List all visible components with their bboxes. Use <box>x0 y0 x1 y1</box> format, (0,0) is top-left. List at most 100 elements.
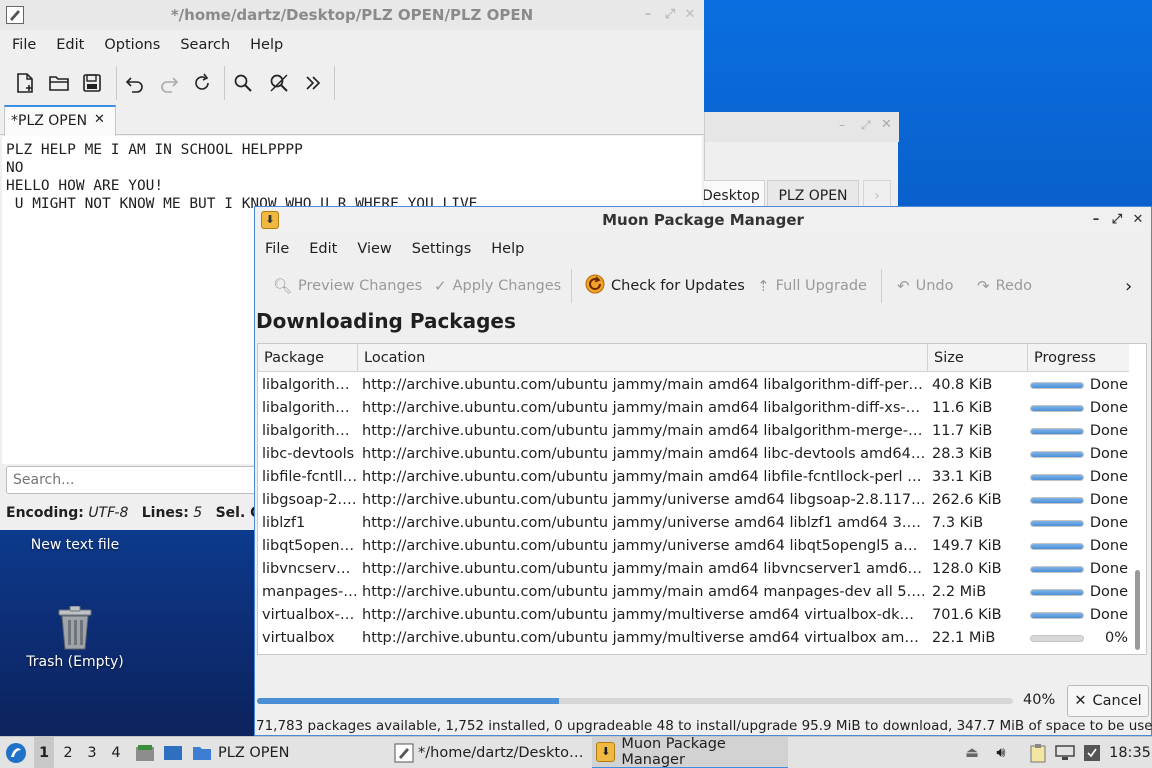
trash-label[interactable]: Trash (Empty) <box>15 654 135 670</box>
more-icon[interactable] <box>300 70 326 96</box>
column-header-size[interactable]: Size <box>928 344 1028 372</box>
taskbar: 1 2 3 4 PLZ OPEN */home/dartz/Deskto… ⬇ … <box>0 736 1152 768</box>
cell-package: libalgorithm… <box>262 400 358 416</box>
muon-menubar: File Edit View Settings Help <box>255 237 1151 261</box>
scrollbar-thumb[interactable] <box>1135 570 1140 650</box>
close-icon[interactable]: ✕ <box>682 7 698 23</box>
editor-titlebar: */home/dartz/Desktop/PLZ OPEN/PLZ OPEN –… <box>0 0 704 30</box>
save-icon[interactable] <box>79 70 105 96</box>
menu-view[interactable]: View <box>347 241 401 257</box>
toolbar-separator <box>881 269 882 303</box>
check-for-updates-button[interactable]: Check for Updates <box>585 273 745 299</box>
table-row[interactable]: virtualbox http://archive.ubuntu.com/ubun… <box>258 627 1129 650</box>
task-editor[interactable]: */home/dartz/Deskto… <box>394 737 588 768</box>
table-row[interactable]: virtualbox-d… http://archive.ubuntu.com/u… <box>258 604 1129 627</box>
menu-file[interactable]: File <box>2 37 46 53</box>
overall-progress-bar <box>257 698 1013 704</box>
maximize-icon[interactable]: ⤢ <box>861 118 871 133</box>
apply-changes-button[interactable]: ✓ Apply Changes <box>434 273 561 299</box>
menu-file[interactable]: File <box>255 241 299 257</box>
clock[interactable]: 18:35 <box>1109 737 1151 768</box>
table-row[interactable]: liblzf1 http://archive.ubuntu.com/ubuntu … <box>258 512 1129 535</box>
redo-button[interactable]: ↷ Redo <box>977 273 1032 299</box>
file-manager-icon[interactable] <box>134 737 156 768</box>
search-icon[interactable] <box>230 70 256 96</box>
menu-edit[interactable]: Edit <box>46 37 94 53</box>
workspace-1[interactable]: 1 <box>34 737 54 768</box>
close-icon[interactable]: ✕ <box>881 117 892 132</box>
table-row[interactable]: libalgorithm… http://archive.ubuntu.com/u… <box>258 420 1129 443</box>
workspace-3[interactable]: 3 <box>82 737 102 768</box>
task-plz-open-folder[interactable]: PLZ OPEN <box>192 737 388 768</box>
menu-options[interactable]: Options <box>94 37 170 53</box>
open-folder-icon[interactable] <box>46 70 72 96</box>
new-file-icon[interactable] <box>12 70 38 96</box>
close-tab-icon[interactable]: ✕ <box>94 112 105 127</box>
search-input[interactable] <box>6 466 266 494</box>
table-row[interactable]: libfile-fcntll… http://archive.ubuntu.com… <box>258 466 1129 489</box>
redo-icon[interactable] <box>156 70 182 96</box>
table-row[interactable]: manpages-devhttp://archive.ubuntu.com/ub… <box>258 581 1129 604</box>
volume-icon[interactable]: 🔊︎ <box>990 737 1012 768</box>
maximize-icon[interactable]: ⤢ <box>662 7 678 23</box>
row-progress-fill <box>1031 406 1083 411</box>
toolbar-overflow-chevron-icon[interactable]: › <box>1125 273 1132 299</box>
task-muon[interactable]: ⬇ Muon Package Manager <box>592 736 788 768</box>
table-row[interactable]: libalgorithm… http://archive.ubuntu.com/u… <box>258 397 1129 420</box>
minimize-icon[interactable]: – <box>640 7 656 23</box>
show-desktop-icon[interactable] <box>162 737 184 768</box>
row-progress-fill <box>1031 475 1083 480</box>
editor-line-1: PLZ HELP ME I AM IN SCHOOL HELPPPP <box>6 142 303 158</box>
muon-window: ⬇ Muon Package Manager – ⤢ ✕ File Edit V… <box>254 206 1152 736</box>
clipboard-icon[interactable] <box>1028 737 1048 768</box>
full-upgrade-button[interactable]: ⇡ Full Upgrade <box>757 273 867 299</box>
row-progress-fill <box>1031 590 1083 595</box>
cell-progress-status: Done <box>1089 607 1128 623</box>
menu-settings[interactable]: Settings <box>402 241 481 257</box>
table-row[interactable]: libc-devtools http://archive.ubuntu.com/u… <box>258 443 1129 466</box>
menu-search[interactable]: Search <box>170 37 240 53</box>
column-header-progress[interactable]: Progress <box>1028 344 1129 372</box>
column-header-package[interactable]: Package <box>258 344 358 372</box>
table-row[interactable]: libalgorithm… http://archive.ubuntu.com/u… <box>258 374 1129 397</box>
column-header-location[interactable]: Location <box>358 344 928 372</box>
minimize-icon[interactable]: – <box>1088 212 1104 228</box>
cell-package: libalgorithm… <box>262 423 358 439</box>
cell-size: 701.6 KiB <box>932 607 1002 623</box>
undo-button[interactable]: ↶ Undo <box>897 273 953 299</box>
menu-edit[interactable]: Edit <box>299 241 347 257</box>
cancel-button[interactable]: ✕ Cancel <box>1067 685 1149 717</box>
cell-location: http://archive.ubuntu.com/ubuntu jammy/u… <box>362 515 926 531</box>
cancel-label: Cancel <box>1092 693 1142 709</box>
maximize-icon[interactable]: ⤢ <box>1109 212 1125 228</box>
muon-status-bar: 71,783 packages available, 1,752 install… <box>256 718 1152 734</box>
undo-icon[interactable] <box>122 70 148 96</box>
undo-icon: ↶ <box>897 277 910 295</box>
cell-location: http://archive.ubuntu.com/ubuntu jammy/m… <box>362 446 926 462</box>
editor-line-2: NO <box>6 160 24 176</box>
notification-icon[interactable] <box>1082 737 1102 768</box>
row-progress-bar <box>1030 451 1084 458</box>
find-replace-icon[interactable] <box>266 70 292 96</box>
toolbar-separator <box>116 66 117 100</box>
workspace-4[interactable]: 4 <box>106 737 126 768</box>
tab-plz-open-editor[interactable]: *PLZ OPEN ✕ <box>4 105 116 136</box>
muon-titlebar: ⬇ Muon Package Manager – ⤢ ✕ <box>255 207 1151 233</box>
tray-updates-icon[interactable]: ⏏ <box>962 737 982 768</box>
reload-icon[interactable] <box>189 70 215 96</box>
minimize-icon[interactable]: – <box>839 118 845 132</box>
preview-changes-button[interactable]: 🔍︎ Preview Changes <box>273 273 422 299</box>
network-icon[interactable] <box>1054 737 1076 768</box>
table-row[interactable]: libqt5opengl5 http://archive.ubuntu.com/u… <box>258 535 1129 558</box>
workspace-2[interactable]: 2 <box>58 737 78 768</box>
start-menu-icon[interactable] <box>4 737 28 768</box>
desktop-new-text-file-label[interactable]: New text file <box>20 537 130 553</box>
trash-icon[interactable] <box>56 605 94 650</box>
close-icon[interactable]: ✕ <box>1130 212 1146 228</box>
table-row[interactable]: libvncserver1 http://archive.ubuntu.com/u… <box>258 558 1129 581</box>
cell-progress-status: Done <box>1089 538 1128 554</box>
muon-app-icon: ⬇ <box>596 742 616 762</box>
menu-help[interactable]: Help <box>481 241 534 257</box>
table-row[interactable]: libgsoap-2.8… http://archive.ubuntu.com/u… <box>258 489 1129 512</box>
menu-help[interactable]: Help <box>240 37 293 53</box>
